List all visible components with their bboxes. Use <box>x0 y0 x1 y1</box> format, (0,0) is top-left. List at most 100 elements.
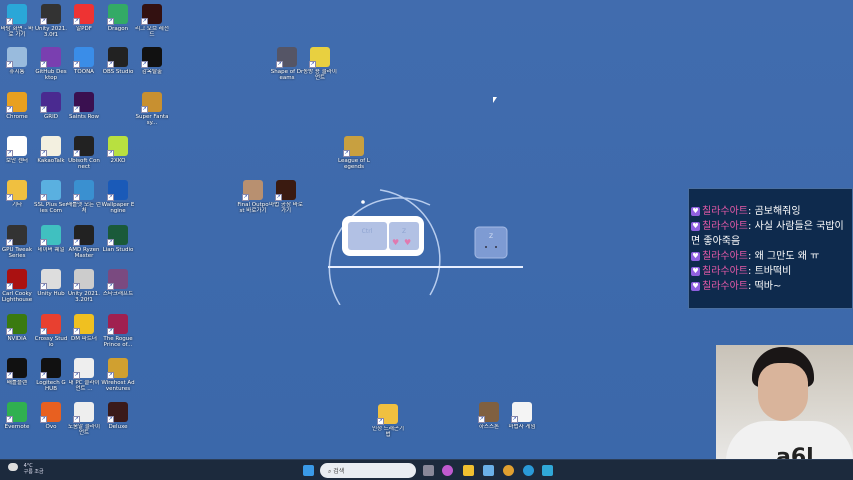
desktop-icon[interactable]: ↗ League of Legends <box>337 136 371 170</box>
desktop-icon[interactable]: ↗ 도움말 클라이언트 <box>67 402 101 436</box>
desktop-icon[interactable]: ↗ 2XKO <box>101 136 135 164</box>
desktop-icon[interactable]: ↗ 보안 센터 <box>0 136 34 164</box>
desktop-icon[interactable]: ↗ 알PDF <box>67 4 101 32</box>
desktop-icon-label: Shape of Dreams <box>270 69 304 81</box>
desktop-icon[interactable]: ↗ Dragon <box>101 4 135 32</box>
desktop-icon[interactable]: ↗ Saints Row <box>67 92 101 120</box>
desktop-icon[interactable]: ↗ Shape of Dreams <box>270 47 304 81</box>
chrome-button[interactable] <box>503 465 514 476</box>
desktop-icon[interactable]: ↗ DM 파트너 <box>67 314 101 342</box>
app-icon: ↗ <box>6 269 27 290</box>
desktop-icon[interactable]: ↗ 내 PC 클라이언트 ... <box>67 358 101 392</box>
desktop-icon[interactable]: ↗ Unity 2021.3.0f1 <box>34 4 68 38</box>
shortcut-arrow-icon: ↗ <box>73 372 80 379</box>
vs-code-button[interactable] <box>483 465 494 476</box>
desktop-icon[interactable]: ↗ Wallpaper Engine <box>101 180 135 214</box>
app-icon: ↗ <box>73 314 94 335</box>
z-key-label: Z <box>402 228 406 235</box>
chat-text: 떡바~ <box>754 281 782 292</box>
desktop-icon[interactable]: ↗ GitHub Desktop <box>34 47 68 81</box>
shortcut-arrow-icon: ↗ <box>6 328 13 335</box>
desktop-icon[interactable]: ↗ TOONA <box>67 47 101 75</box>
chat-text: 트바떡비 <box>754 266 792 277</box>
search-box[interactable]: ⌕ 검색 <box>320 463 416 478</box>
app-icon: ↗ <box>73 225 94 246</box>
desktop-icon[interactable]: ↗ 마법 공장 바로가기 <box>269 180 303 214</box>
desktop-icon[interactable]: ↗ AMD Ryzen Master <box>67 225 101 259</box>
desktop-icon[interactable]: ↗ OBS Studio <box>101 47 135 75</box>
weather-widget[interactable]: 4°C 구름 조금 <box>8 463 44 475</box>
desktop-icon-label: 바탕 화면 - 바로 가기 <box>0 26 34 38</box>
desktop-icon[interactable]: ↗ 휴지통 <box>0 47 34 75</box>
start-button[interactable] <box>303 465 314 476</box>
desktop-icon[interactable]: ↗ 네이버 웨일 <box>34 225 68 253</box>
desktop-icon[interactable]: ↗ 하스스톤 <box>472 402 506 430</box>
desktop-icon[interactable]: ↗ 리그 오브 레전드 <box>135 4 169 38</box>
desktop-icon[interactable]: ↗ Final Outpost 바로가기 <box>236 180 270 214</box>
desktop-icon[interactable]: ↗ 마법사 게임 <box>505 402 539 430</box>
shortcut-arrow-icon: ↗ <box>40 194 47 201</box>
desktop-icon[interactable]: ↗ Unity 2021.3.20f1 <box>67 269 101 303</box>
desktop-icon[interactable]: ↗ Super Fantasy... <box>135 92 169 126</box>
desktop-icon-label: 하스스톤 <box>478 424 500 430</box>
app-icon: ↗ <box>6 358 27 379</box>
app-icon: ↗ <box>343 136 364 157</box>
shortcut-arrow-icon: ↗ <box>511 416 518 423</box>
desktop-icon[interactable]: ↗ NVIDIA <box>0 314 34 342</box>
desktop-icon[interactable]: ↗ 감옥탈출 <box>135 47 169 75</box>
desktop-icon[interactable]: ↗ Crossy Studio <box>34 314 68 348</box>
desktop-icon-label: GRID <box>44 114 58 120</box>
shortcut-arrow-icon: ↗ <box>73 239 80 246</box>
app-icon: ↗ <box>40 358 61 379</box>
desktop-icon[interactable]: ↗ 동방 용 클라이언트 <box>303 47 337 81</box>
shortcut-arrow-icon: ↗ <box>73 194 80 201</box>
desktop-icon[interactable]: ↗ Unity Hub <box>34 269 68 297</box>
desktop-icon-label: Wallpaper Engine <box>101 202 135 214</box>
desktop-icon[interactable]: ↗ GRID <box>34 92 68 120</box>
desktop-icon[interactable]: ↗ GPU Tweak Series <box>0 225 34 259</box>
app-icon: ↗ <box>40 92 61 113</box>
desktop-icon[interactable]: ↗ Evernote <box>0 402 34 430</box>
desktop-icon-label: Carl Cooky Lighthouse <box>1 291 33 303</box>
desktop-icon[interactable]: ↗ 바탕 화면 - 바로 가기 <box>0 4 34 38</box>
desktop-icon[interactable]: ↗ 배틀플랜 <box>0 358 34 386</box>
copilot-button[interactable] <box>442 465 453 476</box>
shortcut-arrow-icon: ↗ <box>141 61 148 68</box>
app-icon: ↗ <box>141 47 162 68</box>
desktop-icon[interactable]: ↗ Carl Cooky Lighthouse <box>0 269 34 303</box>
desktop-icon[interactable]: ↗ SSL Plus Series Com <box>34 180 68 214</box>
desktop-icon[interactable]: ↗ Deluxe <box>101 402 135 430</box>
shortcut-arrow-icon: ↗ <box>73 283 80 290</box>
desktop-icon-label: OBS Studio <box>102 69 134 75</box>
edge-button[interactable] <box>523 465 534 476</box>
desktop-icon[interactable]: ↗ 배틀넷 모든 런처 <box>67 180 101 214</box>
chat-separator: : <box>748 221 752 232</box>
app-icon: ↗ <box>511 402 532 423</box>
desktop-icon[interactable]: ↗ 스타크래프트 <box>101 269 135 297</box>
desktop-icon[interactable]: ↗ Ubisoft Connect <box>67 136 101 170</box>
desktop-icon[interactable]: ↗ Chrome <box>0 92 34 120</box>
desktop-icon-label: Saints Row <box>68 114 100 120</box>
shortcut-arrow-icon: ↗ <box>478 416 485 423</box>
app-icon: ↗ <box>6 136 27 157</box>
shortcut-arrow-icon: ↗ <box>73 61 80 68</box>
desktop-icon-label: Wirehost Adventures <box>101 380 135 392</box>
shortcut-arrow-icon: ↗ <box>6 18 13 25</box>
chat-username: 칠라수아트 <box>702 281 748 292</box>
bluesky-button[interactable] <box>542 465 553 476</box>
chat-separator: : <box>748 206 752 217</box>
chat-separator: : <box>748 266 752 277</box>
desktop-icon[interactable]: ↗ The Rogue Prince of... <box>101 314 135 348</box>
desktop-icon[interactable]: ↗ KakaoTalk <box>34 136 68 164</box>
desktop-icon[interactable]: ↗ 인정 드래곤기법 <box>371 404 405 438</box>
file-explorer-button[interactable] <box>463 465 474 476</box>
desktop-icon[interactable]: ↗ Lian Studio <box>101 225 135 253</box>
desktop-icon[interactable]: ↗ Wirehost Adventures <box>101 358 135 392</box>
desktop-icon-label: Unity 2021.3.0f1 <box>35 26 67 38</box>
desktop-icon[interactable]: ↗ 기타 <box>0 180 34 208</box>
shortcut-arrow-icon: ↗ <box>107 416 114 423</box>
desktop-icon[interactable]: ↗ Logitech G HUB <box>34 358 68 392</box>
task-view-button[interactable] <box>423 465 434 476</box>
desktop-icon-label: 마법 공장 바로가기 <box>269 202 303 214</box>
desktop-icon[interactable]: ↗ Ovo <box>34 402 68 430</box>
